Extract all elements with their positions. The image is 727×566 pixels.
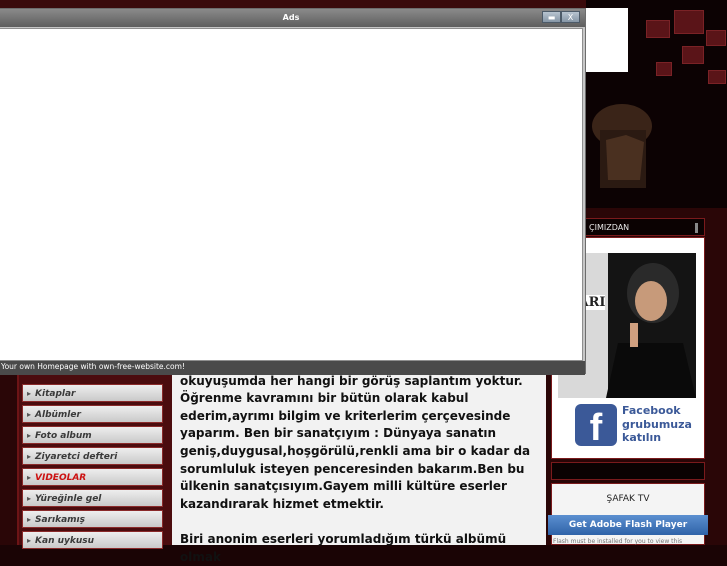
sidebar-item-foto-album[interactable]: ▸ Foto album — [22, 426, 163, 444]
dialog-status-link[interactable]: Your own Homepage with own-free-website.… — [1, 361, 581, 373]
biography-paragraph-2: Biri anonim eserleri yorumladığım türkü … — [180, 532, 507, 564]
header-decor-tile — [682, 46, 704, 64]
bullet-icon: ▸ — [27, 536, 32, 545]
biography-paragraph: durumdayım. Her tür kitap okurum,seçmem.… — [180, 356, 531, 511]
bullet-icon: ▸ — [27, 431, 32, 440]
bullet-icon: ▸ — [27, 410, 32, 419]
dialog-title: Ads — [282, 13, 300, 22]
sidebar-item-kan-uykusu[interactable]: ▸ Kan uykusu — [22, 531, 163, 549]
sidebar-item-videolar[interactable]: ▸ VIDEOLAR — [22, 468, 163, 486]
facebook-icon[interactable]: f — [575, 404, 617, 449]
close-icon: X — [567, 13, 574, 22]
sidebar-item-label: Foto album — [35, 431, 92, 441]
header-decor-tile — [706, 30, 726, 46]
sidebar-item-albumler[interactable]: ▸ Albümler — [22, 405, 163, 423]
sidebar-item-label: VIDEOLAR — [35, 473, 87, 483]
box-scrollbar[interactable] — [695, 223, 698, 233]
dialog-titlebar[interactable]: Ads — [0, 9, 585, 27]
close-button[interactable]: X — [561, 11, 580, 23]
facebook-group-link[interactable]: Facebook grubumuza katılın — [622, 404, 702, 445]
header-decor-tile — [656, 62, 672, 76]
header-decor-tile — [646, 20, 670, 38]
bullet-icon: ▸ — [27, 515, 32, 524]
sidebar-item-label: Albümler — [35, 410, 81, 420]
sidebar-item-yureginle-gel[interactable]: ▸ Yüreğinle gel — [22, 489, 163, 507]
ads-dialog: Ads ▬ X Your own Homepage with own-free-… — [0, 8, 586, 375]
sidebar-item-label: Yüreğinle gel — [35, 494, 102, 504]
bullet-icon: ▸ — [27, 389, 32, 398]
box-title-text: ÇIMIZDAN — [589, 223, 630, 232]
box2-title — [551, 462, 705, 480]
header-white-panel — [586, 8, 628, 72]
bullet-icon: ▸ — [27, 494, 32, 503]
header-decor-tile — [674, 10, 704, 34]
box2-body — [551, 483, 705, 545]
sidebar-item-label: Ziyaretci defteri — [35, 452, 118, 462]
sidebar-item-label: Kitaplar — [35, 389, 76, 399]
safak-tv-label: ŞAFAK TV — [606, 494, 650, 504]
sidebar-item-label: Sarıkamış — [35, 515, 85, 525]
flash-notice: Flash must be installed for you to view … — [553, 538, 683, 545]
sidebar-item-sarikamis[interactable]: ▸ Sarıkamış — [22, 510, 163, 528]
get-flash-player-button[interactable]: Get Adobe Flash Player — [548, 515, 708, 535]
sidebar-item-ziyaretci-defteri[interactable]: ▸ Ziyaretci defteri — [22, 447, 163, 465]
minimize-button[interactable]: ▬ — [542, 11, 561, 23]
bullet-icon: ▸ — [27, 452, 32, 461]
header-decor-tile — [708, 70, 726, 84]
singer-photo — [592, 104, 652, 188]
main-content: durumdayım. Her tür kitap okurum,seçmem.… — [172, 355, 546, 564]
ad-content-area[interactable] — [0, 28, 583, 361]
bullet-icon: ▸ — [27, 473, 32, 482]
minimize-icon: ▬ — [547, 13, 556, 22]
sidebar-item-kitaplar[interactable]: ▸ Kitaplar — [22, 384, 163, 402]
